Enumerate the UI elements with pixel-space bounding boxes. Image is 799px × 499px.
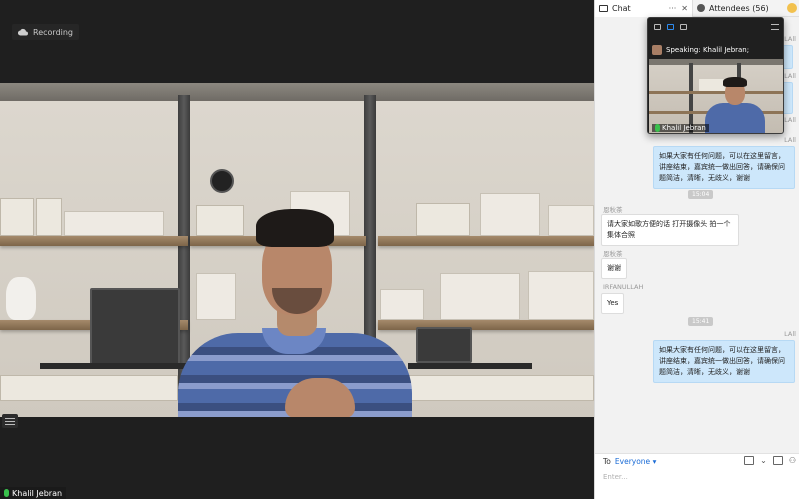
message-sender: LAll bbox=[784, 330, 796, 338]
recording-label: Recording bbox=[33, 27, 74, 37]
message-sender: LAll bbox=[784, 116, 796, 124]
panel-tabs: Chat ··· ✕ Attendees (56) bbox=[595, 0, 799, 17]
person-hair bbox=[256, 209, 334, 247]
tab-chat[interactable]: Chat ··· ✕ bbox=[595, 0, 693, 17]
book-row bbox=[440, 273, 520, 320]
notes-icon[interactable] bbox=[787, 3, 797, 13]
background-ceiling bbox=[0, 83, 594, 101]
message-bubble: 如果大家有任何问题，可以在这里留言，讲座结束，嘉宾统一做出回答，请确保问题简洁，… bbox=[653, 146, 795, 189]
cloud-icon bbox=[18, 28, 28, 36]
storage-box bbox=[416, 203, 470, 236]
gallery-toggle-button[interactable] bbox=[2, 414, 18, 428]
chevron-down-icon[interactable]: ⌄ bbox=[760, 456, 767, 465]
gallery-view-icon[interactable] bbox=[680, 24, 687, 30]
chat-input[interactable]: Enter... bbox=[603, 473, 628, 481]
chat-icon bbox=[599, 4, 608, 12]
speaker-avatar bbox=[652, 45, 662, 55]
mic-icon bbox=[655, 124, 660, 132]
list-line bbox=[5, 423, 15, 425]
message-time: 15:04 bbox=[688, 190, 714, 199]
meeting-window: Recording Khalil Jebran Chat ··· ✕ Atten… bbox=[0, 0, 799, 499]
mini-name-tag: Khalil Jebran bbox=[652, 124, 709, 132]
person-options-icon[interactable]: ⚇ bbox=[789, 456, 796, 465]
tab-chat-label: Chat bbox=[612, 3, 631, 13]
monitor bbox=[416, 327, 472, 363]
desk bbox=[408, 363, 532, 369]
drawer-unit bbox=[404, 375, 594, 401]
shelf bbox=[378, 320, 594, 330]
mini-person-hair bbox=[723, 77, 747, 87]
participant-name: Khalil Jebran bbox=[12, 488, 63, 498]
video-area: Recording Khalil Jebran bbox=[0, 0, 594, 499]
drawer-unit bbox=[0, 375, 178, 401]
more-icon[interactable]: ··· bbox=[669, 4, 677, 13]
book-stack bbox=[380, 289, 424, 320]
book-row bbox=[528, 271, 594, 320]
book-stack bbox=[64, 211, 164, 236]
chat-composer: To Everyone ▾ ⌄ ⚇ Enter... bbox=[595, 453, 799, 499]
person-icon bbox=[697, 4, 705, 12]
recipient-row: To Everyone ▾ bbox=[603, 457, 656, 466]
message-sender: LAll bbox=[784, 35, 796, 43]
mini-person-torso bbox=[705, 103, 765, 133]
shelf bbox=[0, 236, 188, 246]
speaker-view-icon[interactable] bbox=[667, 24, 674, 30]
storage-box bbox=[0, 198, 34, 236]
recipient-value: Everyone bbox=[614, 457, 651, 466]
tab-controls: ··· ✕ bbox=[669, 4, 688, 13]
book-row bbox=[480, 193, 540, 236]
desk bbox=[40, 363, 190, 369]
storage-box bbox=[36, 198, 62, 236]
message-bubble: 如果大家有任何问题，可以在这里留言，讲座结束，嘉宾统一做出回答，请确保问题简洁，… bbox=[653, 340, 795, 383]
participant-name-tag: Khalil Jebran bbox=[0, 487, 67, 499]
message-bubble: Yes bbox=[601, 293, 625, 314]
message-sender: 恩秋茶 bbox=[603, 206, 623, 214]
book-stack bbox=[548, 205, 594, 236]
shelf bbox=[378, 236, 594, 246]
to-label: To bbox=[603, 457, 611, 466]
speaker-video[interactable] bbox=[0, 83, 594, 417]
message-bubble: 谢谢 bbox=[601, 258, 627, 279]
laptop bbox=[90, 288, 180, 366]
message-time: 15:41 bbox=[688, 317, 714, 326]
storage-box bbox=[196, 205, 244, 236]
message-sender: LAll bbox=[784, 136, 796, 144]
message-bubble: 请大家如歌方便的话 打开摄像头 拍一个集体合照 bbox=[601, 214, 739, 246]
vase bbox=[6, 277, 36, 320]
recording-indicator[interactable]: Recording bbox=[12, 24, 80, 40]
composer-tools: ⌄ ⚇ bbox=[744, 456, 796, 465]
mini-video-feed[interactable]: Khalil Jebran bbox=[649, 59, 783, 133]
message-sender: IRFANULLAH bbox=[603, 283, 644, 291]
clock bbox=[210, 169, 234, 193]
floating-video-window[interactable]: Speaking: Khalil Jebran; Khalil Jebran bbox=[647, 17, 784, 134]
speaking-indicator: Speaking: Khalil Jebran; bbox=[652, 41, 782, 59]
list-line bbox=[5, 417, 15, 419]
message-sender: 恩秋茶 bbox=[603, 250, 623, 258]
screenshot-icon[interactable] bbox=[772, 456, 783, 465]
minimize-icon[interactable] bbox=[654, 24, 661, 30]
close-icon[interactable]: ✕ bbox=[681, 4, 688, 13]
file-icon[interactable] bbox=[744, 456, 755, 465]
menu-icon[interactable] bbox=[771, 24, 779, 30]
mini-participant-name: Khalil Jebran bbox=[662, 124, 706, 132]
mic-icon bbox=[4, 489, 9, 497]
mini-ceiling bbox=[649, 59, 783, 65]
speaking-label: Speaking: Khalil Jebran; bbox=[666, 46, 750, 54]
message-sender: LAll bbox=[784, 72, 796, 80]
mini-shelf bbox=[649, 91, 783, 94]
recipient-dropdown[interactable]: Everyone ▾ bbox=[615, 457, 656, 466]
mini-window-toolbar bbox=[648, 18, 783, 36]
book-row bbox=[196, 273, 236, 320]
tab-attendees[interactable]: Attendees (56) bbox=[693, 0, 773, 17]
tab-attendees-label: Attendees (56) bbox=[709, 3, 769, 13]
list-line bbox=[5, 420, 15, 422]
